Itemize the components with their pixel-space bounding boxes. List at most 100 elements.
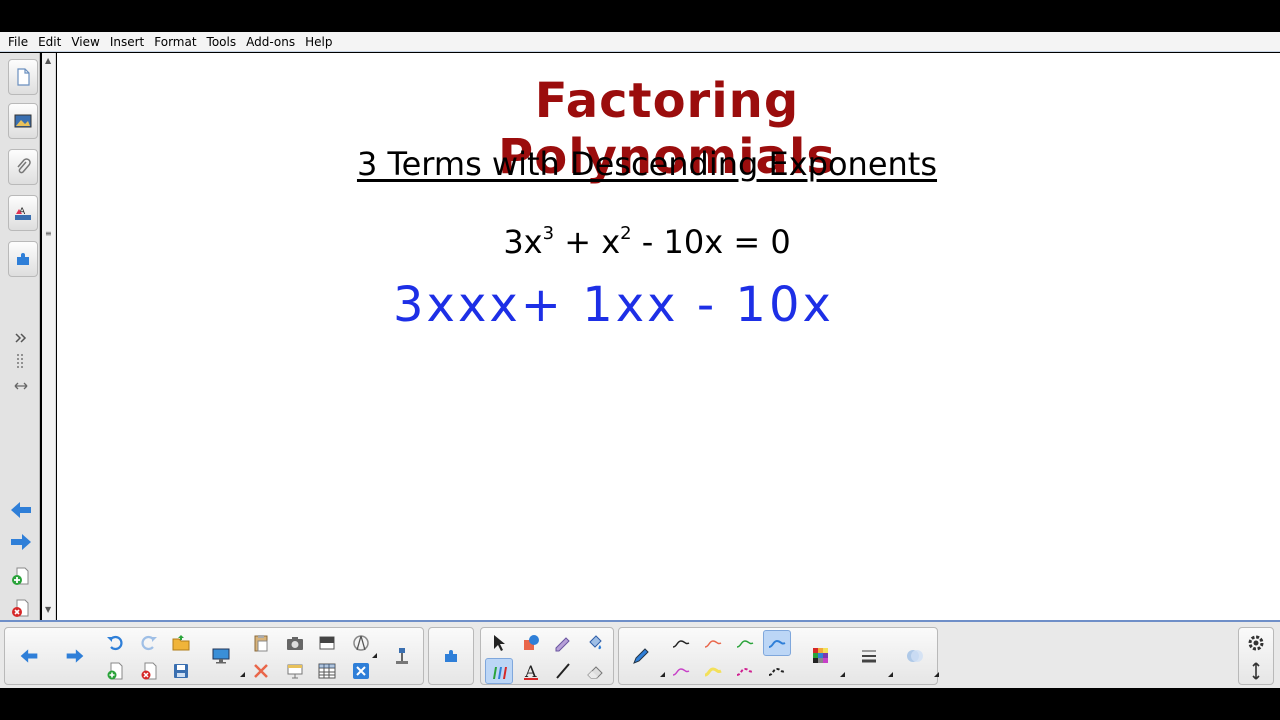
side-panel-scrollbar[interactable]: ▲ ≡ ▼ <box>42 53 56 620</box>
delete-button[interactable] <box>347 658 375 684</box>
menu-file[interactable]: File <box>4 33 32 51</box>
line-thickness-button[interactable] <box>855 643 893 677</box>
page-subtitle: 3 Terms with Descending Exponents <box>356 145 938 183</box>
camera-icon <box>287 637 303 650</box>
color-palette-icon <box>813 648 828 663</box>
move-toolbar-icon <box>1252 662 1260 680</box>
delete-icon <box>353 663 369 679</box>
fill-tool-button[interactable] <box>581 630 609 656</box>
add-page-button[interactable] <box>8 563 34 589</box>
document-camera-icon <box>396 648 408 664</box>
undo-icon <box>107 635 123 651</box>
pen-type-button[interactable] <box>627 643 665 677</box>
display-screen-button[interactable] <box>207 643 245 677</box>
table-icon <box>318 663 336 679</box>
line-tool-button[interactable] <box>549 658 577 684</box>
pen-style-yellow[interactable] <box>699 658 727 684</box>
pen-stroke-dashed-black-icon <box>768 667 786 676</box>
pen-style-green[interactable] <box>731 630 759 656</box>
menu-tools[interactable]: Tools <box>203 33 241 51</box>
pen-stroke-yellow-icon <box>704 667 722 677</box>
next-page-button[interactable] <box>8 529 34 555</box>
menu-help[interactable]: Help <box>301 33 336 51</box>
addons-tab[interactable] <box>8 241 38 277</box>
insert-screen-button[interactable] <box>281 658 309 684</box>
toolbar-previous-page-button[interactable] <box>15 643 43 669</box>
screen-capture-button[interactable] <box>281 630 309 656</box>
attachments-icon <box>17 158 31 174</box>
menu-edit[interactable]: Edit <box>34 33 65 51</box>
next-page-icon <box>66 649 84 663</box>
pen-style-magenta[interactable] <box>667 658 695 684</box>
menu-insert[interactable]: Insert <box>106 33 148 51</box>
monitor-icon <box>212 648 230 664</box>
pen-style-blue[interactable] <box>763 630 791 656</box>
gallery-tab[interactable] <box>8 103 38 139</box>
pen-style-black[interactable] <box>667 630 695 656</box>
insert-table-button[interactable] <box>313 658 341 684</box>
whiteboard-canvas[interactable]: Factoring Polynomials 3 Terms with Desce… <box>57 53 1280 620</box>
pen-style-dashed-black[interactable] <box>763 658 791 684</box>
menu-view[interactable]: View <box>67 33 103 51</box>
pencil-icon <box>633 648 649 664</box>
scroll-down-icon[interactable]: ▼ <box>45 605 51 614</box>
equation-rest: - 10x = 0 <box>631 223 791 261</box>
pen-style-red[interactable] <box>699 630 727 656</box>
clear-icon <box>254 664 268 678</box>
document-camera-button[interactable] <box>387 643 415 669</box>
open-file-button[interactable] <box>167 630 195 656</box>
shape-recognition-button[interactable] <box>549 630 577 656</box>
delete-page-icon <box>12 599 29 617</box>
properties-tab[interactable]: A <box>8 195 38 231</box>
add-page-icon <box>107 662 123 680</box>
bottom-letterbox <box>0 688 1280 720</box>
delete-page-toolbar-button[interactable] <box>135 658 163 684</box>
gallery-icon <box>14 114 32 128</box>
menu-addons[interactable]: Add-ons <box>242 33 299 51</box>
select-tool-button[interactable] <box>485 630 513 656</box>
paste-button[interactable] <box>247 630 275 656</box>
scroll-up-icon[interactable]: ▲ <box>45 56 51 65</box>
handwritten-expansion: 3xxx+ 1xx - 10x <box>393 277 831 333</box>
addons-icon <box>445 650 457 662</box>
save-button[interactable] <box>167 658 195 684</box>
redo-button[interactable] <box>135 630 163 656</box>
scroll-grip-icon[interactable]: ≡ <box>45 229 52 238</box>
pens-tool-button[interactable] <box>485 658 513 684</box>
previous-page-button[interactable] <box>8 497 34 523</box>
menu-format[interactable]: Format <box>150 33 200 51</box>
attachments-tab[interactable] <box>8 149 38 185</box>
pen-stroke-red-icon <box>704 640 722 648</box>
eraser-tool-button[interactable] <box>581 658 609 684</box>
new-page-button[interactable] <box>101 658 129 684</box>
pens-icon <box>493 667 507 679</box>
page-sorter-tab[interactable] <box>8 59 38 95</box>
text-tool-button[interactable]: A <box>517 658 545 684</box>
toolbar-group-addons <box>428 627 474 685</box>
compass-icon <box>353 635 369 651</box>
shapes-tool-button[interactable] <box>517 630 545 656</box>
delete-page-icon <box>141 662 157 680</box>
toolbar-group-page <box>4 627 424 685</box>
folder-open-icon <box>172 635 190 651</box>
save-icon <box>174 664 188 678</box>
pen-style-dashed-magenta[interactable] <box>731 658 759 684</box>
sidebar-resize-grip[interactable] <box>8 347 34 373</box>
clear-page-button[interactable] <box>247 658 275 684</box>
toolbar-next-page-button[interactable] <box>61 643 89 669</box>
line-icon <box>556 663 570 679</box>
measurement-tools-button[interactable] <box>347 630 377 658</box>
next-page-icon <box>11 534 31 550</box>
addons-toolbar-button[interactable] <box>437 643 465 669</box>
move-sidebar-button[interactable] <box>8 373 34 399</box>
transparency-button[interactable] <box>901 643 939 677</box>
toolbar-settings-button[interactable] <box>1242 630 1270 656</box>
color-palette-button[interactable] <box>807 643 845 677</box>
undo-button[interactable] <box>101 630 129 656</box>
delete-page-button[interactable] <box>8 595 34 621</box>
toolbar-group-pen-properties <box>618 627 939 685</box>
toolbar-move-button[interactable] <box>1242 658 1270 684</box>
screen-shade-button[interactable] <box>313 630 341 656</box>
move-sidebar-icon <box>14 382 28 390</box>
pen-stroke-black-icon <box>672 640 690 648</box>
